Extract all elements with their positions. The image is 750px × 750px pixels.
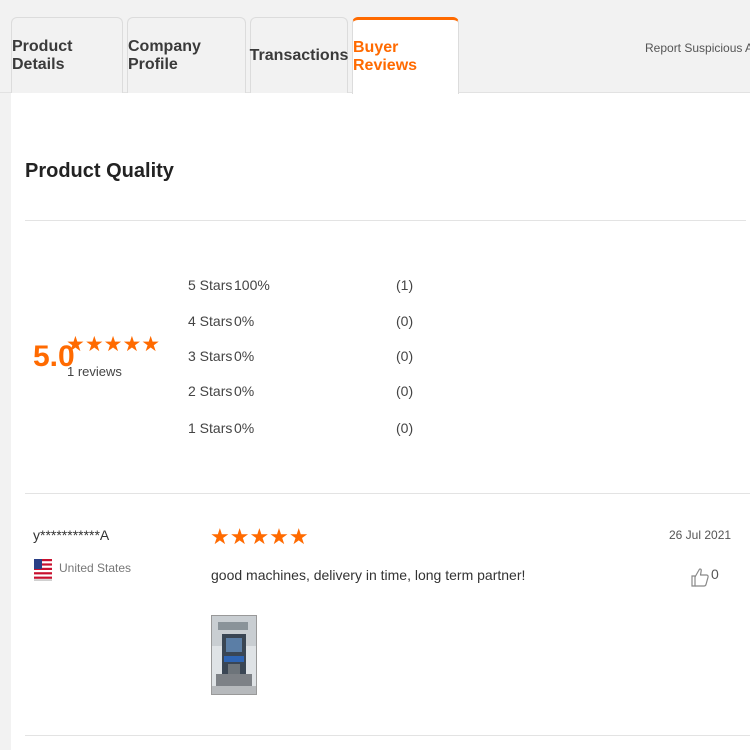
distribution-label: 3 Stars xyxy=(188,348,233,364)
divider xyxy=(25,735,750,736)
distribution-percent: 0% xyxy=(234,348,255,364)
distribution-label: 5 Stars xyxy=(188,277,233,293)
distribution-percent: 0% xyxy=(234,420,255,436)
divider xyxy=(25,220,746,221)
distribution-percent: 0% xyxy=(234,313,255,329)
distribution-label: 2 Stars xyxy=(188,383,233,399)
tab-label: Buyer Reviews xyxy=(353,39,418,74)
rating-distribution-row: 5 Stars 100% (1) xyxy=(188,277,428,297)
tab-product-details[interactable]: Product Details xyxy=(11,17,123,93)
distribution-count: (0) xyxy=(396,348,414,364)
tab-label: Product Details xyxy=(12,37,73,73)
tab-label: Transactions xyxy=(249,46,349,64)
distribution-label: 4 Stars xyxy=(188,313,233,329)
rating-distribution-row: 3 Stars 0% (0) xyxy=(188,348,428,368)
distribution-percent: 100% xyxy=(234,277,270,293)
rating-summary: 5.0 ★★★★★ 1 reviews xyxy=(33,332,163,392)
distribution-percent: 0% xyxy=(234,383,255,399)
us-flag-icon xyxy=(34,559,52,581)
tab-transactions[interactable]: Transactions xyxy=(250,17,348,93)
review-stars-icon: ★★★★★ xyxy=(210,524,309,549)
tab-company-profile[interactable]: Company Profile xyxy=(127,17,246,93)
rating-distribution-row: 2 Stars 0% (0) xyxy=(188,383,428,403)
distribution-count: (0) xyxy=(396,383,414,399)
summary-stars-icon: ★★★★★ xyxy=(66,333,161,356)
distribution-count: (0) xyxy=(396,313,414,329)
tab-label: Company Profile xyxy=(128,37,201,73)
report-suspicious-activity-link[interactable]: Report Suspicious Activity xyxy=(645,41,750,55)
review-date: 26 Jul 2021 xyxy=(669,528,732,542)
thumbs-up-icon[interactable] xyxy=(691,567,709,587)
divider xyxy=(25,493,750,494)
left-rail xyxy=(0,93,11,750)
reviewer-name: y***********A xyxy=(33,527,110,543)
distribution-count: (1) xyxy=(396,277,414,293)
tab-buyer-reviews[interactable]: Buyer Reviews xyxy=(352,17,459,94)
review-count: 1 reviews xyxy=(67,364,122,379)
machine-photo-icon xyxy=(212,616,256,694)
rating-distribution-row: 4 Stars 0% (0) xyxy=(188,313,428,333)
review-text: good machines, delivery in time, long te… xyxy=(211,567,526,583)
distribution-label: 1 Stars xyxy=(188,420,233,436)
review-photo-thumbnail[interactable] xyxy=(211,615,257,695)
distribution-count: (0) xyxy=(396,420,414,436)
reviewer-country: United States xyxy=(59,561,132,575)
rating-distribution-row: 1 Stars 0% (0) xyxy=(188,420,428,440)
tab-bar: Product Details Company Profile Transact… xyxy=(0,0,750,94)
section-title: Product Quality xyxy=(25,160,174,182)
like-count: 0 xyxy=(711,566,719,582)
